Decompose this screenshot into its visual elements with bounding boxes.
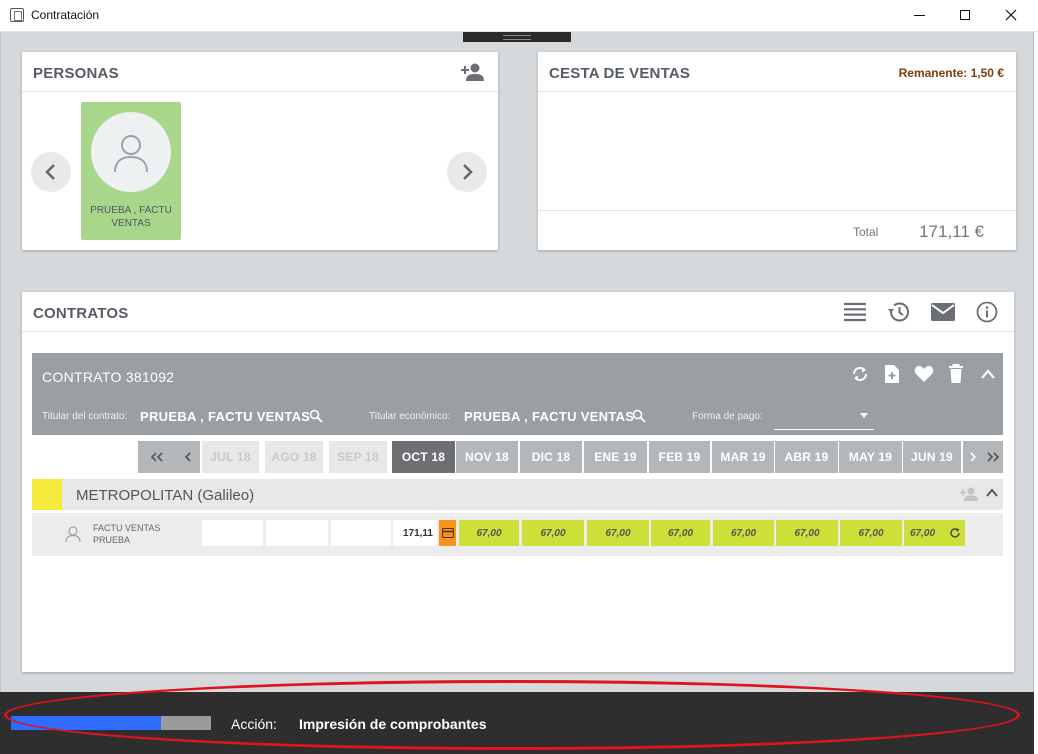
economico-value: PRUEBA , FACTU VENTAS <box>464 409 635 424</box>
paid-cell[interactable]: 67,00 <box>776 520 838 546</box>
progress-bar <box>11 716 211 730</box>
search-icon[interactable] <box>309 409 323 423</box>
heart-icon[interactable] <box>913 363 935 385</box>
month-tab[interactable]: NOV 18 <box>456 441 518 473</box>
credit-card-icon <box>441 528 454 538</box>
month-tab[interactable]: ENE 19 <box>584 441 647 473</box>
line-header: METROPOLITAN (Galileo) <box>32 479 1003 510</box>
pago-dropdown[interactable] <box>774 403 874 430</box>
avatar <box>91 112 171 192</box>
paid-cell[interactable]: 67,00 <box>459 520 519 546</box>
chevron-double-left-icon <box>150 452 163 462</box>
month-prev-button[interactable] <box>176 441 200 473</box>
person-icon <box>64 525 82 543</box>
month-cell[interactable] <box>266 520 328 546</box>
app-icon <box>10 8 24 22</box>
personas-next-button[interactable] <box>447 152 487 192</box>
close-icon <box>1005 9 1017 21</box>
total-label: Total <box>853 225 879 239</box>
contract-header: CONTRATO 381092 Titular del contrato: PR… <box>32 353 1003 435</box>
close-button[interactable] <box>988 0 1034 30</box>
chevron-up-icon[interactable] <box>977 363 999 385</box>
person-card[interactable]: PRUEBA , FACTU VENTAS <box>81 102 181 240</box>
paid-cell[interactable]: 67,00 <box>904 520 944 546</box>
total-value: 171,11 € <box>919 222 984 241</box>
personas-title: PERSONAS <box>33 65 119 82</box>
contratos-title: CONTRATOS <box>33 305 129 322</box>
search-icon[interactable] <box>632 409 646 423</box>
line-name: METROPOLITAN (Galileo) <box>76 487 255 504</box>
status-bar: Acción: Impresión de comprobantes <box>0 692 1034 754</box>
titular-label: Titular del contrato: <box>42 411 128 422</box>
month-next-button[interactable] <box>963 441 982 473</box>
maximize-button[interactable] <box>942 0 988 30</box>
chevron-right-icon <box>463 164 473 180</box>
month-cell[interactable] <box>202 520 263 546</box>
mail-icon[interactable] <box>930 300 956 324</box>
month-tab[interactable]: JUN 19 <box>903 441 961 473</box>
progress-fill <box>11 716 161 730</box>
person-name: PRUEBA , FACTU VENTAS <box>90 205 172 229</box>
cesta-title: CESTA DE VENTAS <box>549 65 691 82</box>
month-last-button[interactable] <box>982 441 1003 473</box>
contract-title: CONTRATO 381092 <box>42 369 175 385</box>
add-document-icon[interactable] <box>881 363 903 385</box>
personas-panel: PERSONAS PRUEBA , FACTU VENTAS <box>22 52 498 250</box>
amount-cell[interactable]: 171,11 <box>393 520 437 546</box>
minimize-icon <box>913 14 925 16</box>
line-color-swatch <box>32 479 62 510</box>
month-tab[interactable]: FEB 19 <box>649 441 710 473</box>
chevron-right-icon <box>969 452 976 462</box>
row-person-name: FACTU VENTAS PRUEBA <box>93 523 161 545</box>
drag-handle[interactable] <box>463 32 571 42</box>
info-icon[interactable] <box>974 300 1000 324</box>
personas-prev-button[interactable] <box>31 152 71 192</box>
month-tab[interactable]: JUL 18 <box>202 441 259 473</box>
history-icon[interactable] <box>886 300 912 324</box>
paid-cell[interactable]: 67,00 <box>713 520 774 546</box>
paid-cell[interactable]: 67,00 <box>522 520 584 546</box>
chevron-double-right-icon <box>986 452 999 462</box>
pago-label: Forma de pago: <box>692 411 763 422</box>
titular-value: PRUEBA , FACTU VENTAS <box>140 409 311 424</box>
month-tab[interactable]: ABR 19 <box>775 441 838 473</box>
remanente-value: Remanente: 1,50 € <box>898 66 1004 80</box>
payment-card-button[interactable] <box>439 520 456 546</box>
contract-person-row: FACTU VENTAS PRUEBA 171,11 67,00 67,00 6… <box>32 513 1003 556</box>
paid-cell[interactable]: 67,00 <box>587 520 649 546</box>
month-tab-current[interactable]: OCT 18 <box>392 441 455 473</box>
person-add-icon[interactable] <box>959 486 979 507</box>
renew-button[interactable] <box>944 520 965 546</box>
contratos-panel: CONTRATOS CONTRATO 381092 Titular del co… <box>22 292 1014 672</box>
maximize-icon <box>960 10 970 20</box>
refresh-icon[interactable] <box>849 363 871 385</box>
economico-label: Titular económico: <box>369 411 451 422</box>
chevron-up-icon[interactable] <box>985 486 999 507</box>
cesta-panel: CESTA DE VENTAS Remanente: 1,50 € Total … <box>538 52 1016 250</box>
accion-label: Acción: <box>231 716 277 732</box>
trash-icon[interactable] <box>945 363 967 385</box>
person-add-icon[interactable] <box>460 62 486 82</box>
month-tab[interactable]: DIC 18 <box>520 441 582 473</box>
paid-cell[interactable]: 67,00 <box>651 520 710 546</box>
month-cell[interactable] <box>331 520 391 546</box>
list-icon[interactable] <box>842 300 868 324</box>
month-tab[interactable]: AGO 18 <box>265 441 323 473</box>
accion-value: Impresión de comprobantes <box>299 716 487 732</box>
month-tab[interactable]: SEP 18 <box>329 441 387 473</box>
minimize-button[interactable] <box>896 0 942 30</box>
window-title: Contratación <box>31 8 100 22</box>
refresh-icon <box>949 528 960 538</box>
chevron-left-icon <box>184 452 191 462</box>
person-icon <box>114 135 148 173</box>
chevron-left-icon <box>45 164 55 180</box>
title-bar: Contratación <box>0 0 1038 32</box>
month-tab[interactable]: MAR 19 <box>712 441 774 473</box>
paid-cell[interactable]: 67,00 <box>840 520 902 546</box>
month-first-button[interactable] <box>138 441 176 473</box>
month-tab[interactable]: MAY 19 <box>839 441 902 473</box>
